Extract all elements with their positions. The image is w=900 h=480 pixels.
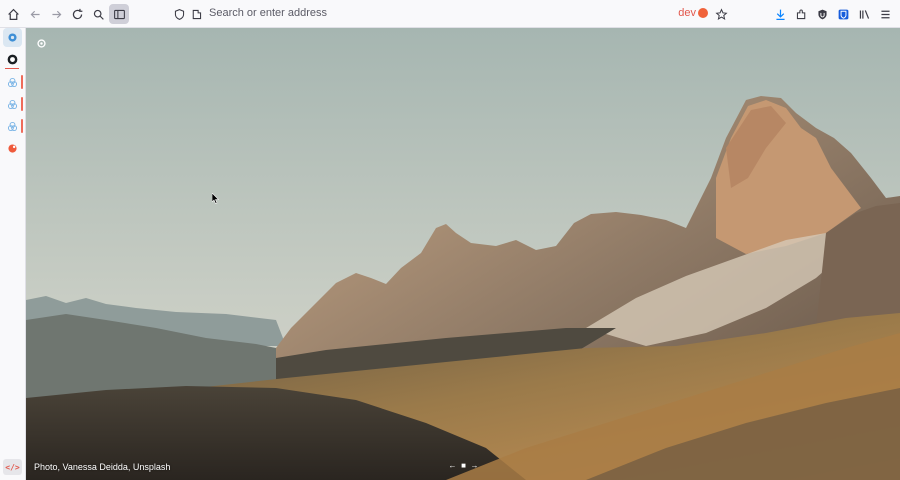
mouse-cursor-icon bbox=[212, 193, 219, 204]
sidebar-item-settings[interactable] bbox=[3, 28, 22, 47]
dev-dot-icon bbox=[698, 8, 708, 18]
ublock-icon[interactable] bbox=[812, 4, 832, 24]
previous-photo-icon[interactable]: ← bbox=[449, 461, 457, 469]
active-indicator bbox=[21, 97, 23, 111]
extensions-icon[interactable] bbox=[791, 4, 811, 24]
photo-credit[interactable]: Photo, Vanessa Deidda, Unsplash bbox=[34, 462, 170, 472]
layers-icon bbox=[7, 121, 18, 132]
library-icon[interactable] bbox=[854, 4, 874, 24]
github-underline bbox=[5, 68, 19, 69]
browser-toolbar: Search or enter address dev bbox=[0, 0, 900, 28]
sidebar-toggle-icon[interactable] bbox=[109, 4, 129, 24]
sidebar-item-layers-1[interactable] bbox=[3, 73, 22, 92]
layers-icon bbox=[7, 77, 18, 88]
github-icon bbox=[7, 54, 18, 65]
back-icon[interactable] bbox=[25, 4, 45, 24]
sidebar-item-layers-2[interactable] bbox=[3, 95, 22, 114]
address-bar[interactable]: Search or enter address dev bbox=[166, 3, 742, 25]
settings-panel-icon bbox=[8, 33, 17, 42]
record-icon bbox=[8, 144, 17, 153]
reload-icon[interactable] bbox=[67, 4, 87, 24]
sidebar-item-layers-3[interactable] bbox=[3, 117, 22, 136]
new-tab-page: Photo, Vanessa Deidda, Unsplash ← ■ → bbox=[26, 28, 900, 480]
active-indicator bbox=[21, 119, 23, 133]
layers-icon bbox=[7, 99, 18, 110]
bitwarden-icon[interactable] bbox=[833, 4, 853, 24]
pause-icon[interactable]: ■ bbox=[460, 461, 467, 469]
url-input[interactable]: Search or enter address bbox=[209, 7, 327, 19]
settings-gear-icon[interactable] bbox=[36, 36, 47, 48]
dev-badge-label: dev bbox=[678, 7, 696, 19]
downloads-icon[interactable] bbox=[770, 4, 790, 24]
dev-badge[interactable]: dev bbox=[678, 7, 708, 19]
sidebar-item-record[interactable] bbox=[3, 139, 22, 158]
menu-icon[interactable] bbox=[875, 4, 895, 24]
home-icon[interactable] bbox=[3, 4, 23, 24]
bookmark-star-icon[interactable] bbox=[711, 4, 731, 24]
forward-icon[interactable] bbox=[46, 4, 66, 24]
photo-navigation: ← ■ → bbox=[449, 461, 479, 469]
devtools-button[interactable]: </> bbox=[3, 459, 22, 475]
permissions-icon[interactable] bbox=[186, 4, 206, 24]
sidebar: </> bbox=[0, 28, 26, 480]
background-photo bbox=[26, 28, 900, 480]
active-indicator bbox=[21, 75, 23, 89]
next-photo-icon[interactable]: → bbox=[471, 461, 479, 469]
search-icon[interactable] bbox=[88, 4, 108, 24]
sidebar-item-github[interactable] bbox=[3, 50, 22, 69]
